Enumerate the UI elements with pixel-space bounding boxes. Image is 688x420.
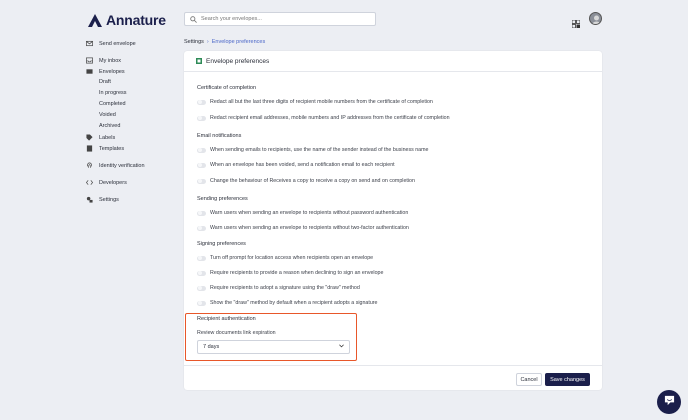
breadcrumb-settings[interactable]: Settings	[184, 39, 204, 45]
option-label: Redact recipient email addresses, mobile…	[210, 115, 450, 121]
search-icon	[190, 15, 197, 23]
section-title-sending: Sending preferences	[197, 196, 248, 202]
sidebar-subitem-in-progress[interactable]: In progress	[86, 88, 181, 99]
section-title-recipient-auth: Recipient authentication	[197, 316, 256, 322]
toggle-switch[interactable]	[197, 300, 206, 306]
sidebar: Send envelope My inbox Envelopes Draft I…	[86, 38, 181, 205]
select-value: 7 days	[203, 344, 220, 350]
fingerprint-icon	[86, 162, 93, 169]
section-title-certificate: Certificate of completion	[197, 85, 256, 91]
option-row: Warn users when sending an envelope to r…	[197, 210, 408, 216]
sidebar-item-label: My inbox	[99, 57, 122, 64]
toggle-switch[interactable]	[197, 210, 206, 216]
option-row: Show the "draw" method by default when a…	[197, 300, 377, 306]
sidebar-item-label: Envelopes	[99, 68, 125, 75]
option-label: When sending emails to recipients, use t…	[210, 147, 429, 153]
option-label: Show the "draw" method by default when a…	[210, 300, 378, 306]
option-row: When sending emails to recipients, use t…	[197, 147, 428, 153]
toggle-switch[interactable]	[197, 255, 206, 261]
sidebar-item-envelopes[interactable]: Envelopes	[86, 66, 181, 77]
inbox-icon	[86, 57, 93, 64]
option-label: Warn users when sending an envelope to r…	[210, 225, 409, 231]
sidebar-subitem-voided[interactable]: Voided	[86, 110, 181, 121]
link-expiration-select[interactable]: 7 days	[197, 340, 350, 354]
sidebar-item-templates[interactable]: Templates	[86, 143, 181, 154]
sidebar-item-labels[interactable]: Labels	[86, 132, 181, 143]
card-footer: Cancel Save changes	[184, 365, 602, 390]
sidebar-item-label: Labels	[99, 134, 116, 141]
toggle-switch[interactable]	[197, 285, 206, 291]
settings-icon	[86, 196, 93, 203]
option-row: Redact recipient email addresses, mobile…	[197, 115, 450, 121]
brand-logo[interactable]: Annature	[88, 12, 166, 28]
envelope-preferences-card: Envelope preferences Certificate of comp…	[184, 51, 602, 390]
chat-support-button[interactable]	[657, 390, 681, 414]
envelopes-icon	[86, 68, 93, 75]
sidebar-item-label: Templates	[99, 145, 125, 152]
option-row: Require recipients to provide a reason w…	[197, 270, 383, 276]
sidebar-item-label: Developers	[99, 179, 127, 186]
section-title-email: Email notifications	[197, 133, 242, 139]
option-row: Require recipients to adopt a signature …	[197, 285, 360, 291]
send-icon	[86, 40, 93, 47]
option-label: Require recipients to provide a reason w…	[210, 270, 384, 276]
option-label: Change the behaviour of Receives a copy …	[210, 178, 415, 184]
option-label: When an envelope has been voided, send a…	[210, 162, 395, 168]
sidebar-item-send-envelope[interactable]: Send envelope	[86, 38, 181, 49]
toggle-switch[interactable]	[197, 225, 206, 231]
breadcrumb-current: Envelope preferences	[211, 39, 266, 45]
option-row: When an envelope has been voided, send a…	[197, 162, 395, 168]
option-row: Warn users when sending an envelope to r…	[197, 225, 409, 231]
tag-icon	[86, 134, 93, 141]
option-row: Turn off prompt for location access when…	[197, 255, 373, 261]
apps-grid-icon[interactable]	[571, 15, 581, 29]
breadcrumb: Settings › Envelope preferences	[184, 39, 265, 45]
option-label: Redact all but the last three digits of …	[210, 99, 433, 105]
toggle-switch[interactable]	[197, 115, 206, 121]
option-label: Require recipients to adopt a signature …	[210, 285, 360, 291]
user-avatar[interactable]	[589, 12, 602, 25]
chevron-right-icon: ›	[206, 39, 209, 45]
search-box[interactable]	[184, 12, 376, 26]
sidebar-subitem-completed[interactable]: Completed	[86, 99, 181, 110]
annature-logo-icon	[88, 13, 102, 27]
sidebar-item-label: Settings	[99, 196, 119, 203]
chevron-down-icon	[339, 344, 344, 350]
option-label: Turn off prompt for location access when…	[210, 255, 374, 261]
toggle-switch[interactable]	[197, 147, 206, 153]
top-bar: Annature	[0, 0, 688, 38]
preferences-icon	[196, 58, 202, 64]
chat-bubble-icon	[664, 393, 675, 411]
brand-name: Annature	[106, 12, 166, 28]
toggle-switch[interactable]	[197, 162, 206, 168]
sidebar-item-label: Send envelope	[99, 40, 136, 47]
option-row: Redact all but the last three digits of …	[197, 99, 433, 105]
sidebar-subitem-draft[interactable]: Draft	[86, 77, 181, 88]
sidebar-item-developers[interactable]: Developers	[86, 177, 181, 188]
cancel-button[interactable]: Cancel	[516, 373, 542, 386]
option-row: Change the behaviour of Receives a copy …	[197, 178, 415, 184]
template-icon	[86, 145, 93, 152]
sidebar-item-my-inbox[interactable]: My inbox	[86, 55, 181, 66]
section-title-signing: Signing preferences	[197, 241, 246, 247]
search-input[interactable]	[201, 16, 371, 22]
save-changes-button[interactable]: Save changes	[545, 373, 590, 386]
toggle-switch[interactable]	[197, 99, 206, 105]
sidebar-item-identity-verification[interactable]: Identity verification	[86, 160, 181, 171]
sidebar-item-settings[interactable]: Settings	[86, 194, 181, 205]
card-title: Envelope preferences	[206, 57, 270, 65]
option-label: Warn users when sending an envelope to r…	[210, 210, 409, 216]
card-header: Envelope preferences	[184, 51, 602, 72]
sidebar-subitem-archived[interactable]: Archived	[86, 121, 181, 132]
toggle-switch[interactable]	[197, 178, 206, 184]
link-expiration-label: Review documents link expiration	[197, 330, 276, 336]
code-icon	[86, 179, 93, 186]
sidebar-item-label: Identity verification	[99, 162, 145, 169]
toggle-switch[interactable]	[197, 270, 206, 276]
